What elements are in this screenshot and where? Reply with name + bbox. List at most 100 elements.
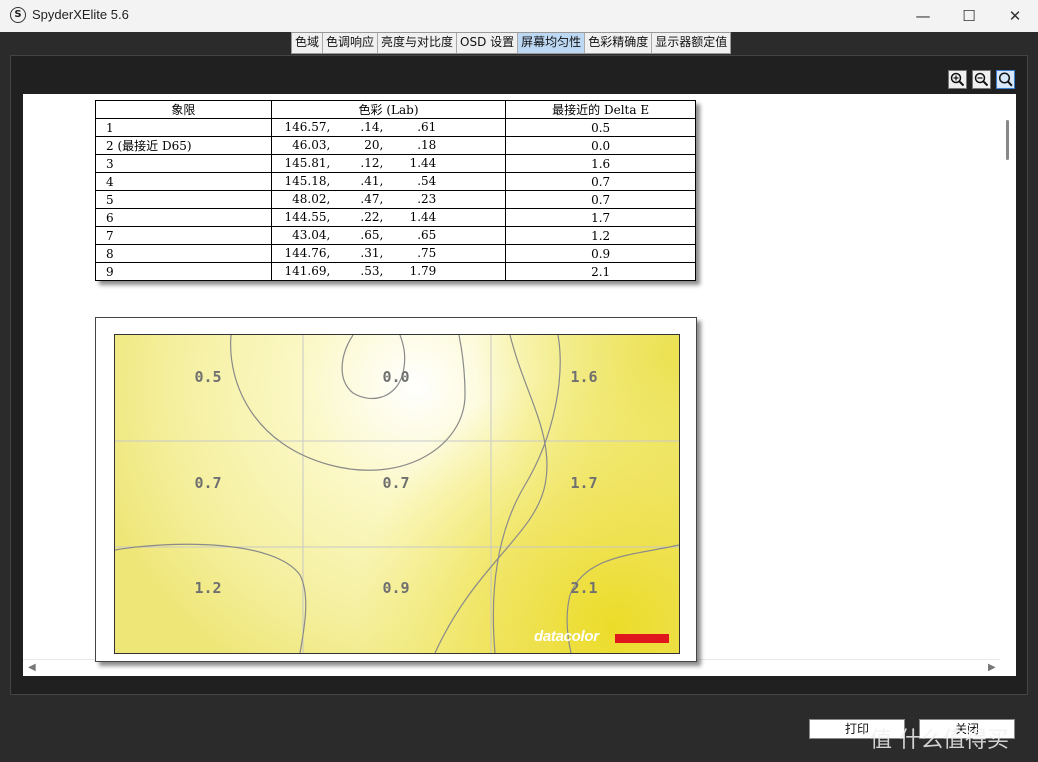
table-row: 4 145.18, .41, .54 0.7 — [95, 172, 696, 191]
zoom-out-icon — [974, 72, 989, 87]
lab-a-value: .31, — [360, 246, 384, 260]
tab-screen-uniformity[interactable]: 屏幕均匀性 — [518, 33, 586, 53]
lab-b-value: 1.44 — [409, 210, 437, 224]
lab-cell: 144.76, .31, .75 — [270, 244, 507, 263]
quadrant-cell: 5 — [95, 190, 272, 209]
lab-l-value: 144.55, — [284, 210, 331, 224]
column-header-delta-e: 最接近的 Delta E — [505, 100, 696, 119]
tab-color-accuracy[interactable]: 色彩精确度 — [585, 33, 653, 53]
quadrant-3-value: 1.6 — [570, 368, 598, 386]
lab-a-value: .53, — [360, 264, 384, 278]
table-row: 3 145.81, .12, 1.44 1.6 — [95, 154, 696, 173]
lab-cell: 146.57, .14, .61 — [270, 118, 507, 137]
delta-e-cell: 0.5 — [505, 118, 696, 137]
quadrant-1-value: 0.5 — [194, 368, 222, 386]
tab-gamut[interactable]: 色域 — [292, 33, 324, 53]
lab-a-value: .22, — [360, 210, 384, 224]
table-row: 7 43.04, .65, .65 1.2 — [95, 226, 696, 245]
title-bar: S SpyderXElite 5.6 — ☐ ✕ — [0, 0, 1038, 33]
table-row: 5 48.02, .47, .23 0.7 — [95, 190, 696, 209]
lab-l-value: 141.69, — [284, 264, 331, 278]
quadrant-5-value: 0.7 — [382, 474, 410, 492]
lab-l-value: 46.03, — [292, 138, 331, 152]
table-row: 2 (最接近 D65) 46.03, 20, .18 0.0 — [95, 136, 696, 155]
lab-cell: 141.69, .53, 1.79 — [270, 262, 507, 281]
lab-a-value: .14, — [360, 120, 384, 134]
quadrant-8-value: 0.9 — [382, 579, 410, 597]
lab-a-value: .47, — [360, 192, 384, 206]
lab-b-value: 1.44 — [409, 156, 437, 170]
window-title: SpyderXElite 5.6 — [32, 7, 129, 22]
lab-l-value: 146.57, — [284, 120, 331, 134]
minimize-button[interactable]: — — [900, 0, 946, 32]
lab-b-value: .75 — [417, 246, 437, 260]
lab-b-value: 1.79 — [409, 264, 437, 278]
quadrant-cell: 9 — [95, 262, 272, 281]
lab-cell: 46.03, 20, .18 — [270, 136, 507, 155]
zoom-fit-icon — [998, 72, 1013, 87]
zoom-in-icon — [950, 72, 965, 87]
lab-cell: 43.04, .65, .65 — [270, 226, 507, 245]
quadrant-cell: 8 — [95, 244, 272, 263]
tab-tone-response[interactable]: 色调响应 — [323, 33, 379, 53]
datacolor-logo-bar — [615, 634, 669, 643]
uniformity-table: 象限 色彩 (Lab) 最接近的 Delta E 1 146.57, .14, .61… — [95, 100, 696, 281]
datacolor-logo-text: datacolor — [534, 628, 599, 645]
table-row: 6 144.55, .22, 1.44 1.7 — [95, 208, 696, 227]
column-header-lab: 色彩 (Lab) — [270, 100, 507, 119]
delta-e-cell: 0.9 — [505, 244, 696, 263]
zoom-out-button[interactable] — [972, 70, 991, 89]
delta-e-cell: 0.0 — [505, 136, 696, 155]
quadrant-cell: 1 — [95, 118, 272, 137]
quadrant-cell: 3 — [95, 154, 272, 173]
table-header-row: 象限 色彩 (Lab) 最接近的 Delta E — [95, 100, 696, 119]
lab-b-value: .18 — [417, 138, 437, 152]
tab-bar: 色域 色调响应 亮度与对比度 OSD 设置 屏幕均匀性 色彩精确度 显示器额定值 — [291, 32, 732, 54]
quadrant-cell: 4 — [95, 172, 272, 191]
app-icon: S — [10, 7, 26, 23]
tab-osd-settings[interactable]: OSD 设置 — [457, 33, 519, 53]
tab-display-rating[interactable]: 显示器额定值 — [652, 33, 730, 53]
watermark-text: 值 什么值得买 — [870, 728, 1009, 753]
vertical-scroll-thumb[interactable] — [1006, 120, 1009, 160]
quadrant-7-value: 1.2 — [194, 579, 222, 597]
delta-e-cell: 0.7 — [505, 172, 696, 191]
tab-brightness-contrast[interactable]: 亮度与对比度 — [378, 33, 458, 53]
lab-cell: 48.02, .47, .23 — [270, 190, 507, 209]
lab-l-value: 144.76, — [284, 246, 331, 260]
table-row: 8 144.76, .31, .75 0.9 — [95, 244, 696, 263]
lab-b-value: .23 — [417, 192, 437, 206]
delta-e-cell: 1.7 — [505, 208, 696, 227]
delta-e-cell: 2.1 — [505, 262, 696, 281]
lab-a-value: 20, — [364, 138, 384, 152]
lab-cell: 145.18, .41, .54 — [270, 172, 507, 191]
lab-l-value: 43.04, — [292, 228, 331, 242]
table-row: 9 141.69, .53, 1.79 2.1 — [95, 262, 696, 281]
zoom-fit-button[interactable] — [996, 70, 1015, 89]
table-row: 1 146.57, .14, .61 0.5 — [95, 118, 696, 137]
lab-a-value: .41, — [360, 174, 384, 188]
lab-a-value: .65, — [360, 228, 384, 242]
lab-b-value: .61 — [417, 120, 437, 134]
lab-b-value: .54 — [417, 174, 437, 188]
delta-e-cell: 0.7 — [505, 190, 696, 209]
quadrant-9-value: 2.1 — [570, 579, 598, 597]
vertical-scrollbar[interactable] — [1000, 94, 1016, 659]
delta-e-cell: 1.6 — [505, 154, 696, 173]
maximize-button[interactable]: ☐ — [946, 0, 992, 32]
quadrant-2-value: 0.0 — [382, 368, 410, 386]
zoom-in-button[interactable] — [948, 70, 967, 89]
close-window-button[interactable]: ✕ — [992, 0, 1038, 32]
lab-a-value: .12, — [360, 156, 384, 170]
lab-b-value: .65 — [417, 228, 437, 242]
scroll-right-icon[interactable]: ▶ — [988, 662, 996, 673]
quadrant-cell: 2 (最接近 D65) — [95, 136, 272, 155]
column-header-quadrant: 象限 — [95, 100, 272, 119]
quadrant-cell: 7 — [95, 226, 272, 245]
lab-cell: 145.81, .12, 1.44 — [270, 154, 507, 173]
lab-l-value: 48.02, — [292, 192, 331, 206]
lab-cell: 144.55, .22, 1.44 — [270, 208, 507, 227]
scroll-left-icon[interactable]: ◀ — [28, 662, 36, 673]
lab-l-value: 145.81, — [284, 156, 331, 170]
quadrant-4-value: 0.7 — [194, 474, 222, 492]
